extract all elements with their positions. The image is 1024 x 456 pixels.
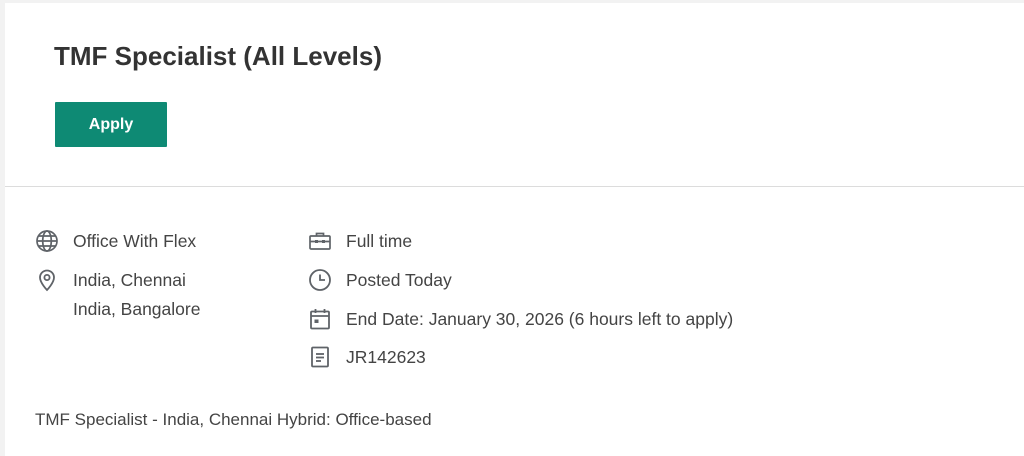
requisition-id-text: JR142623 [346, 346, 426, 367]
job-header: TMF Specialist (All Levels) Apply [5, 3, 1024, 187]
apply-button[interactable]: Apply [55, 102, 167, 147]
map-pin-icon [35, 268, 59, 292]
document-icon [308, 345, 332, 369]
job-posting-panel: TMF Specialist (All Levels) Apply Office… [5, 3, 1024, 456]
job-title: TMF Specialist (All Levels) [54, 41, 382, 71]
location-row: India, Chennai [35, 268, 186, 292]
requisition-row: JR142623 [308, 345, 426, 369]
work-mode-text: Office With Flex [73, 230, 197, 251]
clock-icon [308, 268, 332, 292]
location-secondary: India, Bangalore [73, 299, 201, 319]
employment-type-text: Full time [346, 230, 413, 251]
posted-row: Posted Today [308, 268, 452, 292]
posted-text: Posted Today [346, 269, 452, 290]
globe-icon [35, 229, 59, 253]
work-mode-row: Office With Flex [35, 229, 196, 253]
calendar-icon [308, 307, 332, 331]
end-date-text: End Date: January 30, 2026 (6 hours left… [346, 308, 734, 329]
briefcase-icon [308, 229, 332, 253]
employment-type-row: Full time [308, 229, 412, 253]
job-summary: TMF Specialist - India, Chennai Hybrid: … [35, 410, 432, 429]
location-primary: India, Chennai [73, 269, 186, 290]
end-date-row: End Date: January 30, 2026 (6 hours left… [308, 307, 733, 331]
